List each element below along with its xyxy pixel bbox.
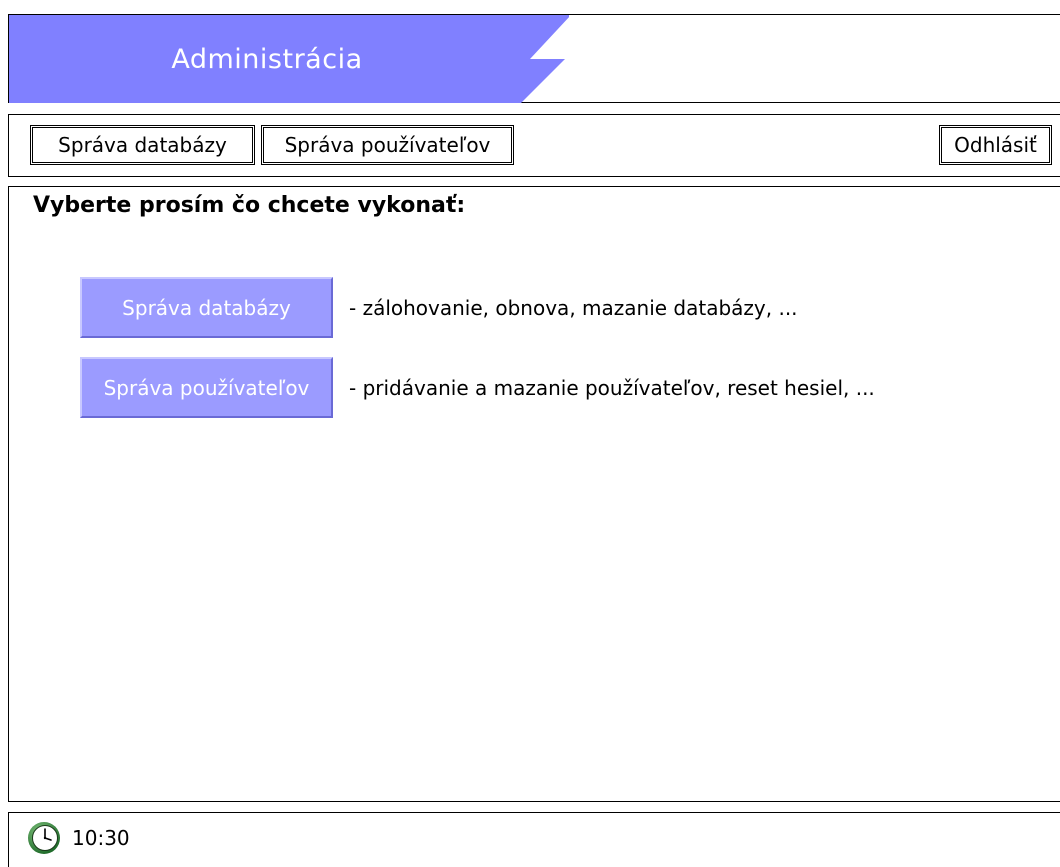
- nav-database-button[interactable]: Správa databázy: [30, 125, 255, 165]
- user-management-description: - pridávanie a mazanie používateľov, res…: [349, 376, 875, 400]
- nav-users-button[interactable]: Správa používateľov: [261, 125, 514, 165]
- header: Administrácia: [8, 14, 1060, 103]
- user-management-button[interactable]: Správa používateľov: [80, 357, 333, 418]
- clock-time: 10:30: [72, 826, 130, 850]
- navbar: Správa databázy Správa používateľov Odhl…: [8, 114, 1060, 177]
- database-management-button[interactable]: Správa databázy: [80, 277, 333, 338]
- main-panel: Vyberte prosím čo chcete vykonať: Správa…: [8, 186, 1060, 802]
- database-management-description: - zálohovanie, obnova, mazanie databázy,…: [349, 296, 798, 320]
- logout-button[interactable]: Odhlásiť: [939, 125, 1052, 165]
- prompt-heading: Vyberte prosím čo chcete vykonať:: [33, 193, 466, 218]
- page-title: Administrácia: [171, 43, 363, 75]
- status-bar: 10:30: [8, 812, 1060, 867]
- clock-icon: [28, 822, 60, 854]
